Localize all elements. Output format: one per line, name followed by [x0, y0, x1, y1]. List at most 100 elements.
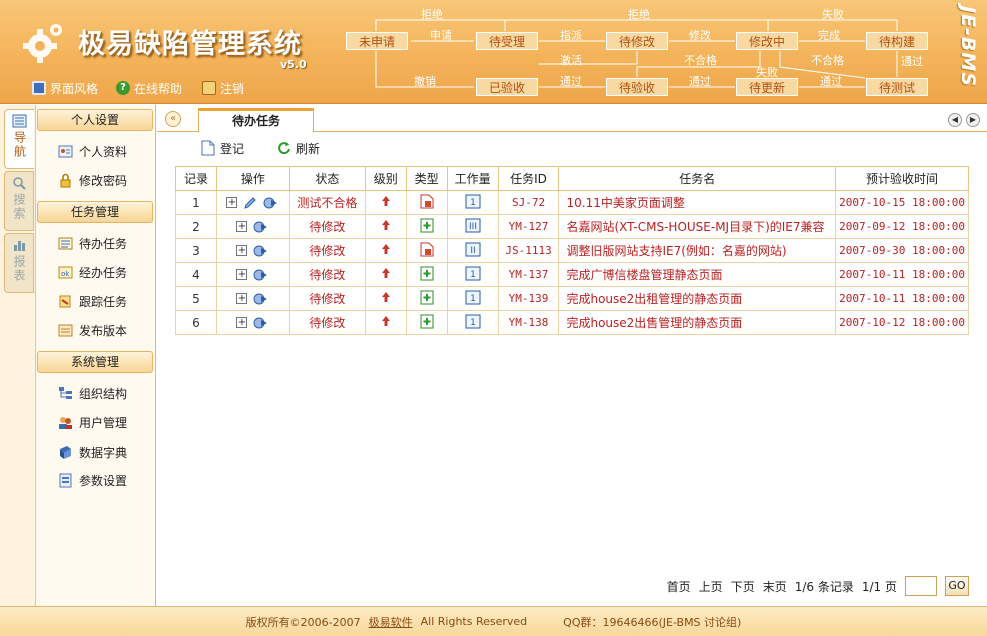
task-name[interactable]: 完成house2出租管理的静态页面 [558, 286, 837, 311]
qq-group-text: QQ群：19646466(JE-BMS 讨论组) [563, 615, 742, 629]
task-name[interactable]: 调整旧版网站支持IE7(例如：名嘉的网站) [558, 238, 837, 263]
task-name[interactable]: 完成广博信楼盘管理静态页面 [558, 262, 837, 287]
expand-icon[interactable]: + [236, 293, 248, 304]
svg-text:1: 1 [470, 198, 476, 208]
svg-text:1: 1 [470, 270, 476, 280]
task-name[interactable]: 10.11中美家页面调整 [558, 190, 837, 215]
task-id[interactable]: JS-1113 [497, 238, 560, 263]
page-number-input[interactable] [905, 576, 937, 596]
logout-link[interactable]: 注销 [202, 79, 244, 97]
handle-task-icon[interactable] [263, 196, 279, 210]
expand-icon[interactable]: + [236, 245, 248, 256]
expand-icon[interactable]: + [226, 197, 238, 208]
svg-text:ok: ok [61, 270, 70, 278]
table-header-row: 记录 操作 状态 级别 类型 工作量 任务ID 任务名 预计验收时间 [175, 166, 969, 191]
table-row[interactable]: 3 + 待修改 II JS-1113 调整旧版网站支持IE7(例如：名嘉的网站) 2007-… [175, 238, 969, 263]
last-page-link[interactable]: 末页 [763, 578, 787, 595]
table-row[interactable]: 6 + 待修改 1 YM-138 完成house2出售管理的静态页面 2007-10-12 … [175, 310, 969, 335]
task-id[interactable]: SJ-72 [497, 190, 560, 215]
vtab-search-label: 搜索 [12, 193, 26, 221]
operations-cell: + [215, 190, 290, 215]
sidebar-item-dictionary[interactable]: 数据字典 [58, 443, 127, 461]
record-number: 4 [175, 262, 217, 287]
column-header[interactable]: 状态 [288, 166, 366, 191]
handle-task-icon[interactable] [253, 220, 269, 234]
record-number: 5 [175, 286, 217, 311]
sidebar-section-personal[interactable]: 个人设置 [37, 109, 153, 131]
sidebar-item-label: 参数设置 [79, 473, 128, 488]
operations-cell: + [215, 310, 290, 335]
column-header[interactable]: 任务ID [497, 166, 560, 191]
sidebar-section-system[interactable]: 系统管理 [37, 351, 153, 373]
table-row[interactable]: 5 + 待修改 1 YM-139 完成house2出租管理的静态页面 2007-10-11 … [175, 286, 969, 311]
operations-cell: + [215, 286, 290, 311]
sidebar-item-label: 用户管理 [79, 415, 128, 430]
expand-icon[interactable]: + [236, 317, 248, 328]
refresh-button[interactable]: 刷新 [277, 139, 320, 157]
vtab-search[interactable]: 搜索 [4, 171, 34, 231]
vtab-report-label: 报表 [12, 255, 26, 283]
task-name[interactable]: 完成house2出售管理的静态页面 [558, 310, 837, 335]
workload-icon: 1 [465, 314, 481, 328]
next-page-link[interactable]: 下页 [731, 578, 755, 595]
column-header[interactable]: 预计验收时间 [835, 166, 969, 191]
register-button[interactable]: 登记 [201, 139, 244, 157]
tab-scroll-right-icon[interactable]: ▶ [966, 113, 980, 127]
table-row[interactable]: 1 + 测试不合格 1 SJ-72 10.11中美家页面调整 2007-10-15 18:0… [175, 190, 969, 215]
type-cell [405, 286, 448, 311]
handle-task-icon[interactable] [253, 316, 269, 330]
status-cell: 待修改 [288, 310, 366, 335]
table-row[interactable]: 2 + 待修改 III YM-127 名嘉网站(XT-CMS-HOUSE-MJ目录下)的I… [175, 214, 969, 239]
task-id[interactable]: YM-137 [497, 262, 560, 287]
sidebar-item-change-password[interactable]: 修改密码 [58, 171, 127, 189]
expected-accept-time: 2007-09-12 18:00:00 [835, 214, 969, 239]
vtab-navigation[interactable]: 导航 [4, 109, 34, 169]
ui-style-link[interactable]: 界面风格 [32, 79, 98, 97]
task-id[interactable]: YM-139 [497, 286, 560, 311]
edit-icon[interactable] [243, 196, 257, 210]
go-button[interactable]: GO [945, 576, 969, 596]
sidebar-item-settings[interactable]: 参数设置 [58, 471, 127, 489]
rights-text: All Rights Reserved [420, 615, 528, 628]
sidebar-item-handled[interactable]: ok 经办任务 [58, 263, 127, 281]
handle-task-icon[interactable] [253, 268, 269, 282]
column-header[interactable]: 任务名 [558, 166, 837, 191]
task-id[interactable]: YM-138 [497, 310, 560, 335]
todo-list-icon [58, 237, 73, 249]
sidebar-item-release[interactable]: 发布版本 [58, 321, 127, 339]
task-id[interactable]: YM-127 [497, 214, 560, 239]
company-link[interactable]: 极易软件 [369, 614, 413, 630]
column-header[interactable]: 工作量 [446, 166, 499, 191]
priority-up-icon [381, 244, 390, 254]
refresh-label: 刷新 [296, 141, 321, 156]
collapse-sidebar-icon[interactable]: « [165, 111, 181, 127]
sidebar-item-track[interactable]: 跟踪任务 [58, 292, 127, 310]
prev-page-link[interactable]: 上页 [699, 578, 723, 595]
column-header[interactable]: 记录 [175, 166, 217, 191]
handle-task-icon[interactable] [253, 244, 269, 258]
sidebar-section-tasks[interactable]: 任务管理 [37, 201, 153, 223]
pagination: 首页 上页 下页 末页 1/6 条记录 1/1 页 GO [667, 576, 969, 596]
online-help-link[interactable]: ? 在线帮助 [116, 79, 182, 97]
table-row[interactable]: 4 + 待修改 1 YM-137 完成广博信楼盘管理静态页面 2007-10-11 18:0… [175, 262, 969, 287]
expand-icon[interactable]: + [236, 221, 248, 232]
sidebar-item-label: 修改密码 [79, 173, 128, 188]
tab-scroll-left-icon[interactable]: ◀ [948, 113, 962, 127]
expand-icon[interactable]: + [236, 269, 248, 280]
vtab-report[interactable]: 报表 [4, 233, 34, 293]
dictionary-icon [60, 445, 71, 459]
sidebar-item-todo[interactable]: 待办任务 [58, 234, 127, 252]
report-icon [13, 241, 25, 251]
record-count: 1/6 条记录 [794, 579, 854, 594]
task-name[interactable]: 名嘉网站(XT-CMS-HOUSE-MJ目录下)的IE7兼容 [558, 214, 837, 239]
sidebar-item-users[interactable]: 用户管理 [58, 413, 127, 431]
tab-todo-tasks[interactable]: 待办任务 [198, 108, 314, 132]
logout-label: 注销 [220, 81, 245, 96]
first-page-link[interactable]: 首页 [667, 578, 691, 595]
sidebar-item-profile[interactable]: 个人资料 [58, 142, 127, 160]
column-header[interactable]: 类型 [405, 166, 448, 191]
column-header[interactable]: 级别 [364, 166, 407, 191]
handle-task-icon[interactable] [253, 292, 269, 306]
column-header[interactable]: 操作 [215, 166, 290, 191]
sidebar-item-org[interactable]: 组织结构 [58, 384, 127, 402]
